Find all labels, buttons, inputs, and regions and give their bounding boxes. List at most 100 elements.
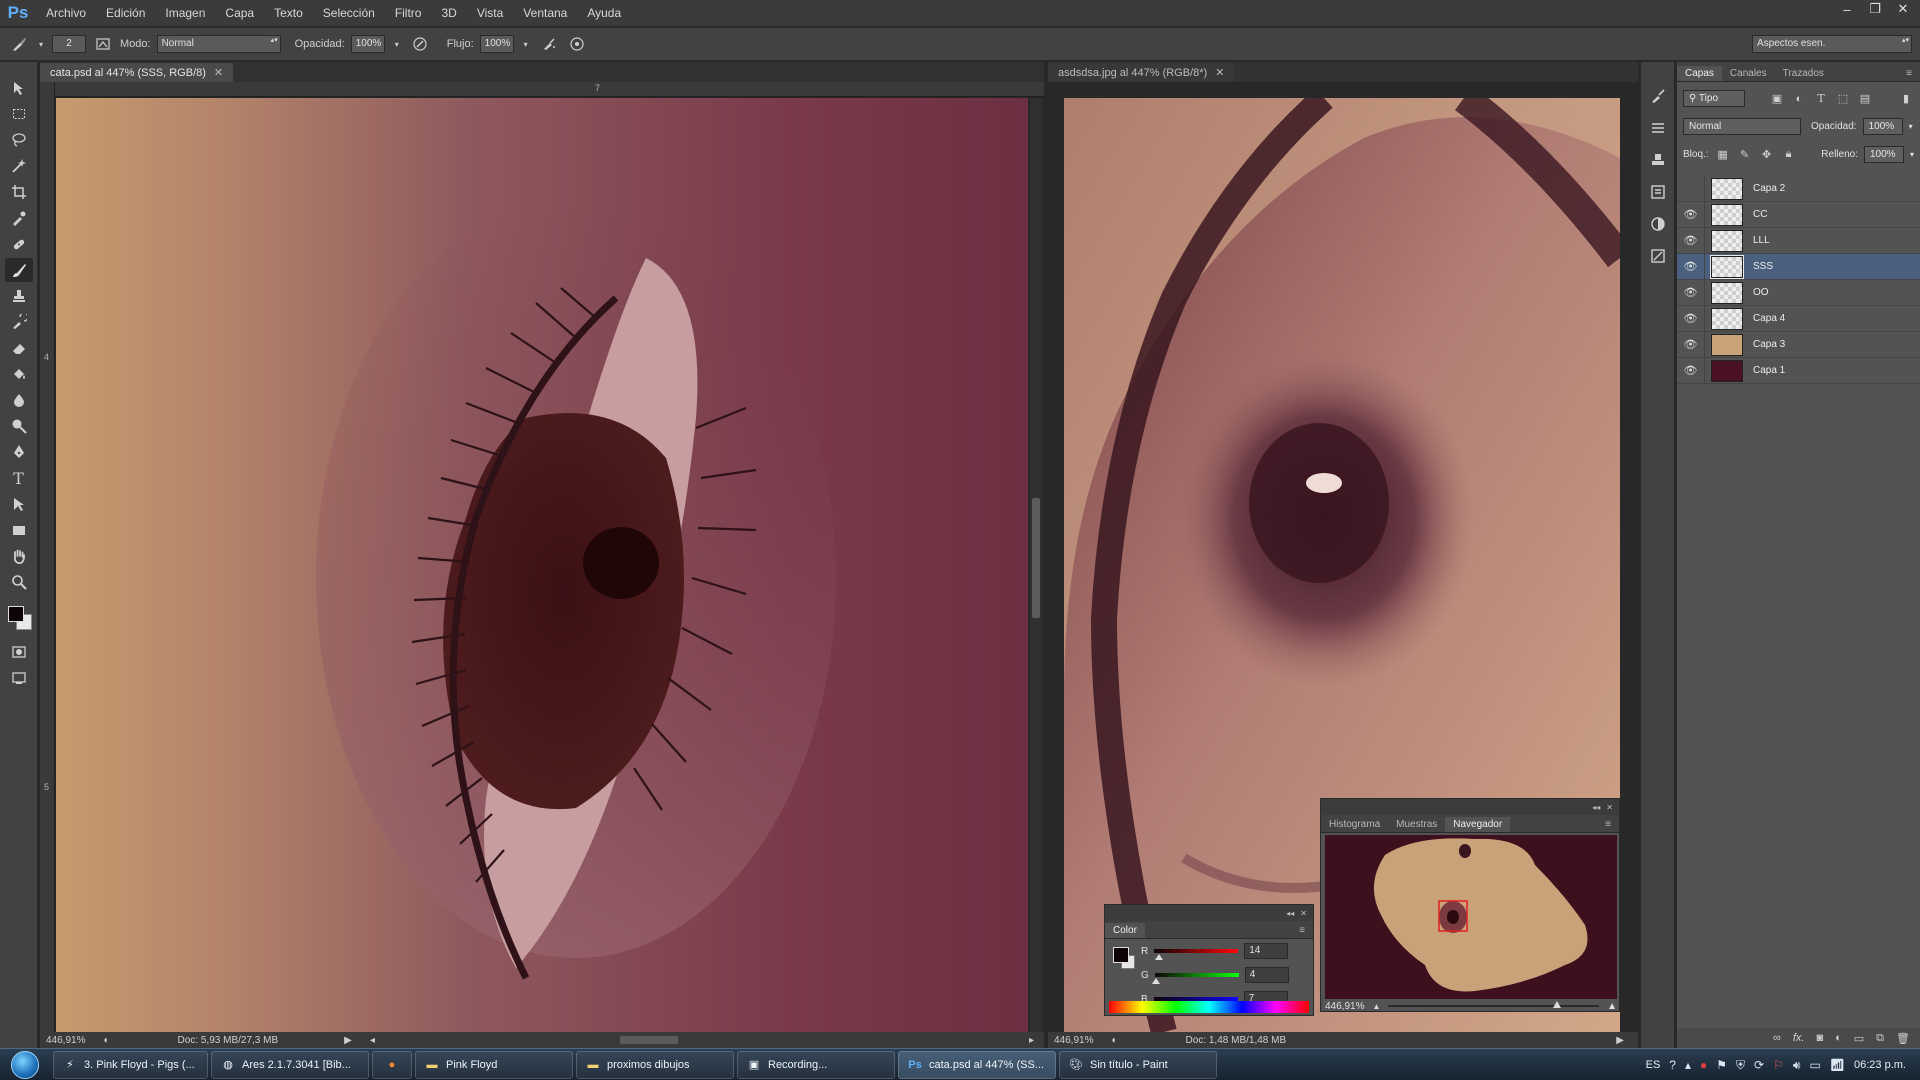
lock-transparency-icon[interactable]: ▦	[1715, 147, 1731, 163]
eye-icon[interactable]: 👁︎	[1677, 253, 1705, 280]
wifi-icon[interactable]: 📶︎	[1830, 1058, 1845, 1072]
navigator-zoom-slider[interactable]	[1388, 1001, 1600, 1008]
canvas-cata[interactable]	[56, 98, 1028, 1032]
tab-muestras[interactable]: Muestras	[1388, 817, 1445, 832]
language-indicator[interactable]: ES	[1646, 1059, 1661, 1071]
eyedropper-tool-icon[interactable]	[5, 206, 33, 230]
close-button[interactable]: ✕	[1890, 0, 1916, 18]
path-selection-tool-icon[interactable]	[5, 492, 33, 516]
close-icon[interactable]: ✕	[1300, 909, 1307, 918]
crop-tool-icon[interactable]	[5, 180, 33, 204]
flag-icon[interactable]: ⚐	[1773, 1058, 1784, 1072]
play-icon[interactable]: ▶	[344, 1035, 352, 1046]
menu-imagen[interactable]: Imagen	[155, 0, 215, 27]
taskbar-item-photoshop[interactable]: Ps cata.psd al 447% (SS...	[898, 1050, 1056, 1079]
history-icon[interactable]	[1646, 180, 1670, 204]
close-icon[interactable]: ✕	[1606, 803, 1613, 812]
chevron-left-icon[interactable]: ◂	[370, 1035, 375, 1046]
smart-object-filter-icon[interactable]: ▤	[1857, 91, 1873, 107]
opacity-field[interactable]: 100%	[350, 35, 385, 53]
hand-tool-icon[interactable]	[5, 544, 33, 568]
blur-tool-icon[interactable]	[5, 388, 33, 412]
brush-panel-icon[interactable]	[1646, 116, 1670, 140]
pen-tool-icon[interactable]	[5, 440, 33, 464]
shape-filter-icon[interactable]: ⬚	[1835, 91, 1851, 107]
updates-icon[interactable]: ⟳	[1754, 1058, 1764, 1072]
color-spectrum-bar[interactable]	[1109, 1001, 1309, 1013]
doc-info-icon[interactable]: ◐	[1111, 1035, 1117, 1046]
brush-presets-icon[interactable]	[1646, 84, 1670, 108]
foreground-color-swatch[interactable]	[1113, 947, 1129, 963]
zoom-level[interactable]: 446,91%	[46, 1035, 85, 1046]
magic-wand-tool-icon[interactable]	[5, 154, 33, 178]
layer-row-selected[interactable]: 👁︎ SSS	[1677, 253, 1920, 280]
rectangle-tool-icon[interactable]	[5, 518, 33, 542]
layer-row[interactable]: 👁︎ LLL	[1677, 227, 1920, 254]
green-value-field[interactable]: 4	[1244, 967, 1289, 983]
move-tool-icon[interactable]	[5, 76, 33, 100]
new-layer-icon[interactable]: ⧉	[1876, 1032, 1884, 1045]
tab-histograma[interactable]: Histograma	[1321, 817, 1388, 832]
menu-filtro[interactable]: Filtro	[385, 0, 432, 27]
brush-size-field[interactable]: 2	[52, 35, 86, 53]
slider-handle[interactable]	[1154, 954, 1163, 960]
visibility-toggle[interactable]	[1677, 175, 1705, 202]
menu-capa[interactable]: Capa	[215, 0, 264, 27]
eye-icon[interactable]: 👁︎	[1677, 201, 1705, 228]
chevron-right-icon[interactable]: ▸	[1029, 1035, 1034, 1046]
menu-ayuda[interactable]: Ayuda	[577, 0, 631, 27]
history-brush-tool-icon[interactable]	[5, 310, 33, 334]
tab-canales[interactable]: Canales	[1722, 66, 1775, 81]
link-layers-icon[interactable]: ∞	[1773, 1032, 1781, 1044]
zoom-in-icon[interactable]: ▲	[1607, 1001, 1617, 1012]
document-tab-cata[interactable]: cata.psd al 447% (SSS, RGB/8) ✕	[40, 63, 234, 82]
taskbar-item-recording[interactable]: ▣ Recording...	[737, 1050, 895, 1079]
taskbar-item-media[interactable]: ⚡ 3. Pink Floyd - Pigs (...	[53, 1050, 208, 1079]
slider-handle[interactable]	[1152, 978, 1161, 984]
color-swatch-pair[interactable]	[1111, 945, 1137, 971]
add-mask-icon[interactable]: ◙	[1816, 1032, 1823, 1044]
zoom-tool-icon[interactable]	[5, 570, 33, 594]
styles-icon[interactable]	[1646, 244, 1670, 268]
collapse-icon[interactable]: ◂◂	[1286, 909, 1294, 918]
clone-source-icon[interactable]	[1646, 148, 1670, 172]
lasso-tool-icon[interactable]	[5, 128, 33, 152]
eye-icon[interactable]: 👁︎	[1677, 227, 1705, 254]
taskbar-item-firefox[interactable]: ●	[372, 1050, 412, 1079]
layer-row[interactable]: 👁︎ Capa 1	[1677, 357, 1920, 384]
power-icon[interactable]: ▭	[1809, 1058, 1820, 1072]
doc-info-icon[interactable]: ◐	[103, 1035, 109, 1046]
menu-ventana[interactable]: Ventana	[513, 0, 577, 27]
menu-edicion[interactable]: Edición	[96, 0, 155, 27]
chevron-down-icon[interactable]: ▾	[1909, 122, 1913, 131]
eye-icon[interactable]: 👁︎	[1677, 331, 1705, 358]
eye-icon[interactable]: 👁︎	[1677, 357, 1705, 384]
red-slider[interactable]	[1154, 949, 1239, 960]
color-swatches[interactable]	[4, 602, 34, 632]
brush-tool-icon[interactable]	[4, 258, 33, 282]
navigator-zoom[interactable]: 446,91%	[1325, 1001, 1364, 1012]
layer-style-icon[interactable]: fx.	[1793, 1032, 1805, 1044]
slider-handle[interactable]	[1552, 1001, 1561, 1008]
blend-mode-select[interactable]: Normal	[1683, 118, 1801, 135]
close-icon[interactable]: ✕	[1215, 66, 1224, 79]
tab-navegador[interactable]: Navegador	[1445, 817, 1511, 832]
brush-panel-icon[interactable]	[92, 33, 114, 55]
eraser-tool-icon[interactable]	[5, 336, 33, 360]
mode-select[interactable]: Normal	[156, 35, 281, 53]
lock-position-icon[interactable]: ✥	[1759, 147, 1775, 163]
airbrush-icon[interactable]	[538, 33, 560, 55]
close-icon[interactable]: ✕	[214, 66, 223, 79]
chevron-down-icon[interactable]: ▾	[1910, 150, 1914, 159]
lock-pixels-icon[interactable]: ✎	[1737, 147, 1753, 163]
clone-stamp-tool-icon[interactable]	[5, 284, 33, 308]
healing-brush-tool-icon[interactable]	[5, 232, 33, 256]
dodge-tool-icon[interactable]	[5, 414, 33, 438]
panel-menu-icon[interactable]: ≡	[1291, 923, 1313, 938]
tab-color[interactable]: Color	[1105, 923, 1145, 938]
horizontal-scrollbar-thumb[interactable]	[620, 1036, 678, 1044]
menu-seleccion[interactable]: Selección	[313, 0, 385, 27]
eye-icon[interactable]: 👁︎	[1677, 279, 1705, 306]
brush-tool-preset-icon[interactable]	[8, 33, 30, 55]
red-value-field[interactable]: 14	[1244, 943, 1289, 959]
